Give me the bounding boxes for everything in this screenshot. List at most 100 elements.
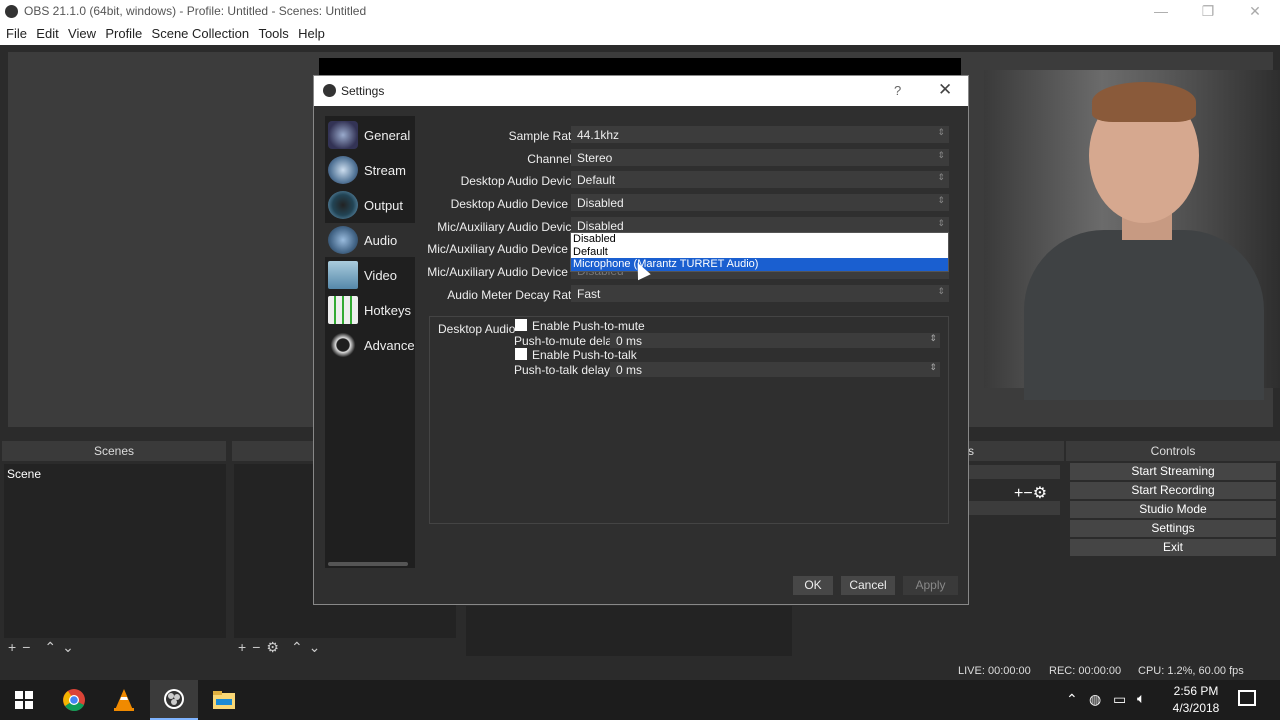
- remove-icon[interactable]: −: [252, 639, 260, 655]
- file-explorer-icon[interactable]: [200, 680, 248, 720]
- close-icon[interactable]: ✕: [1240, 2, 1270, 20]
- spinner-icon[interactable]: ⇕: [929, 333, 937, 344]
- move-up-icon[interactable]: ⌃: [291, 639, 303, 656]
- sidebar-item-output[interactable]: Output: [325, 188, 415, 222]
- sidebar-item-general[interactable]: General: [325, 118, 415, 152]
- scenes-list[interactable]: Scene: [4, 464, 226, 638]
- chrome-icon[interactable]: [50, 680, 98, 720]
- meter-decay-value: Fast: [577, 287, 601, 301]
- move-up-icon[interactable]: ⌃: [44, 639, 56, 656]
- close-icon[interactable]: ✕: [938, 80, 952, 100]
- general-icon: [328, 121, 358, 149]
- transition-select[interactable]: [966, 465, 1060, 479]
- list-item[interactable]: Scene: [4, 464, 226, 484]
- push-to-talk-checkbox[interactable]: [515, 348, 527, 360]
- keyboard-icon: [328, 296, 358, 324]
- sidebar-item-label: Advanced: [364, 337, 415, 353]
- ok-button[interactable]: OK: [793, 576, 833, 595]
- maximize-icon[interactable]: ❐: [1193, 2, 1223, 20]
- sidebar-item-advanced[interactable]: Advanced: [325, 328, 415, 362]
- add-icon[interactable]: +: [238, 639, 246, 655]
- help-icon[interactable]: ?: [894, 83, 901, 98]
- push-to-mute-checkbox[interactable]: [515, 319, 527, 331]
- mic-audio-label: Mic/Auxiliary Audio Device: [437, 220, 578, 234]
- push-to-mute-delay-spinbox[interactable]: 0 ms ⇕: [610, 333, 940, 348]
- menu-profile[interactable]: Profile: [99, 23, 142, 41]
- channels-row: Channels Stereo ⇕: [424, 149, 964, 169]
- spinner-icon: ⇕: [937, 195, 945, 205]
- transitions-header: s: [966, 441, 1064, 461]
- add-icon[interactable]: +: [8, 639, 16, 655]
- audio-mixer-area: [466, 606, 792, 656]
- preview-black-region: [319, 58, 961, 76]
- start-streaming-button[interactable]: Start Streaming: [1070, 463, 1276, 480]
- window-titlebar: OBS 21.1.0 (64bit, windows) - Profile: U…: [0, 0, 1280, 23]
- sidebar-item-label: Hotkeys: [364, 302, 411, 318]
- windows-start-icon[interactable]: [0, 680, 48, 720]
- mic-audio-value: Disabled: [577, 219, 624, 233]
- cancel-button[interactable]: Cancel: [841, 576, 895, 595]
- desktop-audio-label: Desktop Audio Device: [460, 174, 578, 188]
- dropdown-option[interactable]: Disabled: [571, 233, 948, 246]
- apply-button[interactable]: Apply: [903, 576, 958, 595]
- exit-button[interactable]: Exit: [1070, 539, 1276, 556]
- cpu-status: CPU: 1.2%, 60.00 fps: [1138, 665, 1244, 677]
- settings-dialog: Settings ? ✕ General Stream Output Audio…: [313, 75, 969, 605]
- menu-edit[interactable]: Edit: [30, 23, 58, 41]
- channels-select[interactable]: Stereo ⇕: [571, 149, 949, 166]
- obs-logo-icon: [5, 5, 18, 18]
- vlc-icon[interactable]: [100, 680, 148, 720]
- settings-titlebar: Settings ? ✕: [314, 76, 968, 106]
- sidebar-item-audio[interactable]: Audio: [325, 223, 415, 257]
- desktop-audio-2-select[interactable]: Disabled ⇕: [571, 194, 949, 211]
- sidebar-item-hotkeys[interactable]: Hotkeys: [325, 293, 415, 327]
- spinner-icon: ⇕: [937, 286, 945, 296]
- sample-rate-select[interactable]: 44.1khz ⇕: [571, 126, 949, 143]
- sample-rate-row: Sample Rate 44.1khz ⇕: [424, 126, 964, 146]
- sidebar-scrollbar[interactable]: [328, 562, 408, 566]
- menu-scene-collection[interactable]: Scene Collection: [146, 23, 250, 41]
- sidebar-item-stream[interactable]: Stream: [325, 153, 415, 187]
- spinner-icon: ⇕: [937, 172, 945, 182]
- spinner-icon[interactable]: ⇕: [929, 362, 937, 373]
- move-down-icon[interactable]: ⌄: [309, 639, 321, 656]
- menu-tools[interactable]: Tools: [252, 23, 288, 41]
- sidebar-item-video[interactable]: Video: [325, 258, 415, 292]
- push-to-mute-label: Enable Push-to-mute: [532, 319, 645, 333]
- notification-icon[interactable]: [1238, 690, 1256, 706]
- gear-icon[interactable]: ⚙: [266, 639, 279, 656]
- minimize-icon[interactable]: —: [1146, 2, 1176, 20]
- network-icon[interactable]: ▭: [1113, 691, 1126, 708]
- speaker-icon: [328, 226, 358, 254]
- push-to-talk-delay-spinbox[interactable]: 0 ms ⇕: [610, 362, 940, 377]
- desktop-audio-select[interactable]: Default ⇕: [571, 171, 949, 188]
- desktop-audio-value: Default: [577, 173, 616, 187]
- remove-icon[interactable]: −: [22, 639, 30, 655]
- studio-mode-button[interactable]: Studio Mode: [1070, 501, 1276, 518]
- globe-icon: [328, 156, 358, 184]
- sample-rate-label: Sample Rate: [508, 129, 578, 143]
- start-recording-button[interactable]: Start Recording: [1070, 482, 1276, 499]
- tray-chevron-icon[interactable]: ⌃: [1066, 691, 1078, 708]
- menu-help[interactable]: Help: [292, 23, 325, 41]
- clock[interactable]: 2:56 PM 4/3/2018: [1164, 684, 1228, 715]
- move-down-icon[interactable]: ⌄: [62, 639, 74, 656]
- monitor-icon: [328, 261, 358, 289]
- volume-icon[interactable]: 🔈︎: [1137, 690, 1145, 707]
- obs-taskbar-icon[interactable]: [150, 680, 198, 720]
- menu-view[interactable]: View: [62, 23, 96, 41]
- obs-tray-icon[interactable]: ◍: [1089, 691, 1101, 708]
- dropdown-option[interactable]: Default: [571, 246, 948, 259]
- scenes-toolbar: + − ⌃ ⌄: [2, 639, 226, 657]
- mic-audio-3-label: Mic/Auxiliary Audio Device 3: [427, 265, 578, 279]
- push-to-talk-delay-value: 0 ms: [616, 363, 643, 377]
- settings-button[interactable]: Settings: [1070, 520, 1276, 537]
- add-remove-gear-icons[interactable]: +−⚙: [1014, 483, 1047, 503]
- menu-file[interactable]: File: [0, 23, 27, 41]
- meter-decay-select[interactable]: Fast ⇕: [571, 285, 949, 302]
- sidebar-item-label: Video: [364, 267, 398, 283]
- transition-duration[interactable]: [966, 501, 1060, 515]
- mic-audio-dropdown-list[interactable]: Disabled Default Microphone (Marantz TUR…: [570, 232, 949, 272]
- dropdown-option-highlighted[interactable]: Microphone (Marantz TURRET Audio): [571, 258, 948, 271]
- desktop-audio-2-row: Desktop Audio Device 2 Disabled ⇕: [424, 194, 964, 214]
